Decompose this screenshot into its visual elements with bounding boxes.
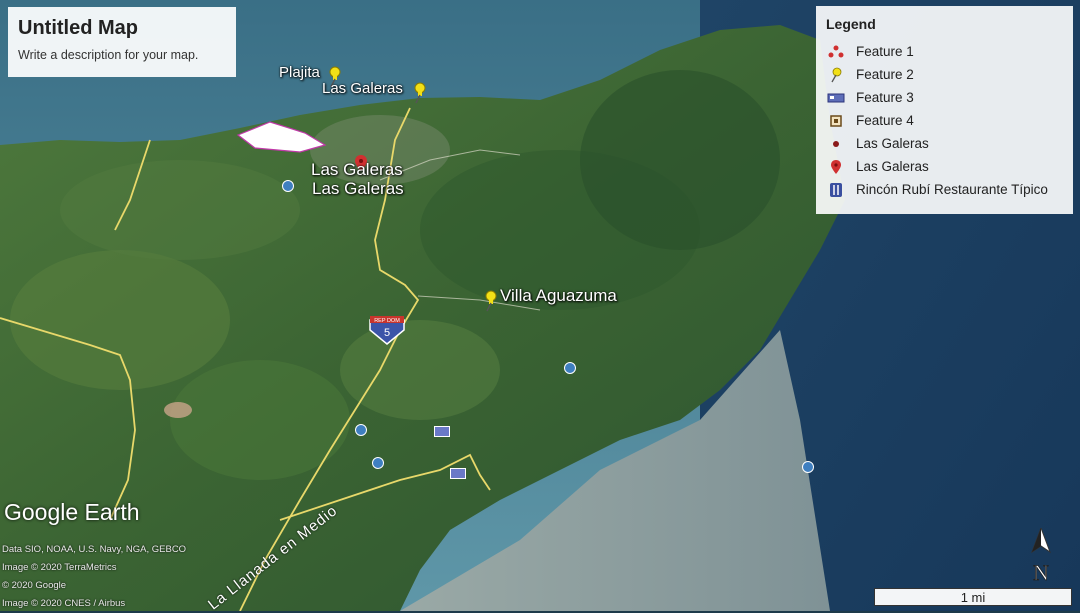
legend-item: Las Galeras: [826, 132, 1063, 155]
lodging-bed-icon[interactable]: [434, 426, 450, 437]
yellow-pushpin-icon: [826, 67, 846, 83]
compass-icon[interactable]: N: [1028, 528, 1054, 586]
square-marker-icon: [826, 113, 846, 129]
legend-item: Feature 3: [826, 86, 1063, 109]
legend-label: Las Galeras: [856, 159, 929, 174]
yellow-pushpin-icon[interactable]: [482, 290, 502, 312]
legend-label: Feature 4: [856, 113, 914, 128]
attribution: Data SIO, NOAA, U.S. Navy, NGA, GEBCO Im…: [2, 541, 186, 613]
red-dots-icon: [826, 44, 846, 60]
legend-item: Feature 4: [826, 109, 1063, 132]
lodging-bed-icon: [826, 90, 846, 106]
map-info-card[interactable]: Untitled Map Write a description for you…: [8, 7, 236, 77]
credit-line: Image © 2020 CNES / Airbus: [2, 598, 126, 609]
place-label-plajita: Plajita: [279, 64, 320, 81]
lodging-marker-icon[interactable]: [282, 180, 294, 192]
scale-label: 1 mi: [960, 590, 986, 605]
map-description: Write a description for your map.: [18, 48, 199, 62]
legend-label: Feature 1: [856, 44, 914, 59]
legend-label: Las Galeras: [856, 136, 929, 151]
legend-item: Feature 2: [826, 63, 1063, 86]
legend-item: Rincón Rubí Restaurante Típico: [826, 178, 1063, 201]
legend-panel: Legend Feature 1 Feature 2 Feature 3 Fea…: [816, 6, 1073, 214]
legend-title: Legend: [826, 16, 876, 32]
google-earth-logo: Google Earth: [4, 499, 140, 525]
yellow-pushpin-icon[interactable]: [411, 82, 431, 104]
map-title: Untitled Map: [18, 17, 138, 39]
lodging-marker-icon[interactable]: [802, 461, 814, 473]
route-shield-icon: REP DOM 5: [369, 316, 405, 345]
legend-item: Las Galeras: [826, 155, 1063, 178]
legend-label: Feature 2: [856, 67, 914, 82]
lodging-marker-icon[interactable]: [355, 424, 367, 436]
legend-item: Feature 1: [826, 40, 1063, 63]
credit-line: © 2020 Google: [2, 580, 67, 591]
route-shield-top: REP DOM: [374, 318, 400, 324]
legend-label: Feature 3: [856, 90, 914, 105]
red-location-pin-icon: [826, 159, 846, 175]
place-label-las-galeras-beach: Las Galeras: [322, 80, 403, 97]
restaurant-icon: [826, 182, 846, 198]
scale-bar: 1 mi: [874, 588, 1072, 606]
place-label-villa-aguazuma: Villa Aguazuma: [500, 286, 617, 305]
lodging-marker-icon[interactable]: [564, 362, 576, 374]
place-label-las-galeras-town: Las Galeras: [311, 160, 403, 179]
lodging-bed-icon[interactable]: [450, 468, 466, 479]
credit-line: Image © 2020 TerraMetrics: [2, 562, 117, 573]
credit-line: Data SIO, NOAA, U.S. Navy, NGA, GEBCO: [2, 544, 187, 555]
route-shield-number: 5: [384, 327, 390, 339]
legend-label: Rincón Rubí Restaurante Típico: [856, 182, 1048, 197]
place-label-las-galeras-town-2: Las Galeras: [312, 179, 404, 198]
dark-red-dot-icon: [826, 136, 846, 152]
compass-label: N: [1033, 560, 1049, 585]
lodging-marker-icon[interactable]: [372, 457, 384, 469]
